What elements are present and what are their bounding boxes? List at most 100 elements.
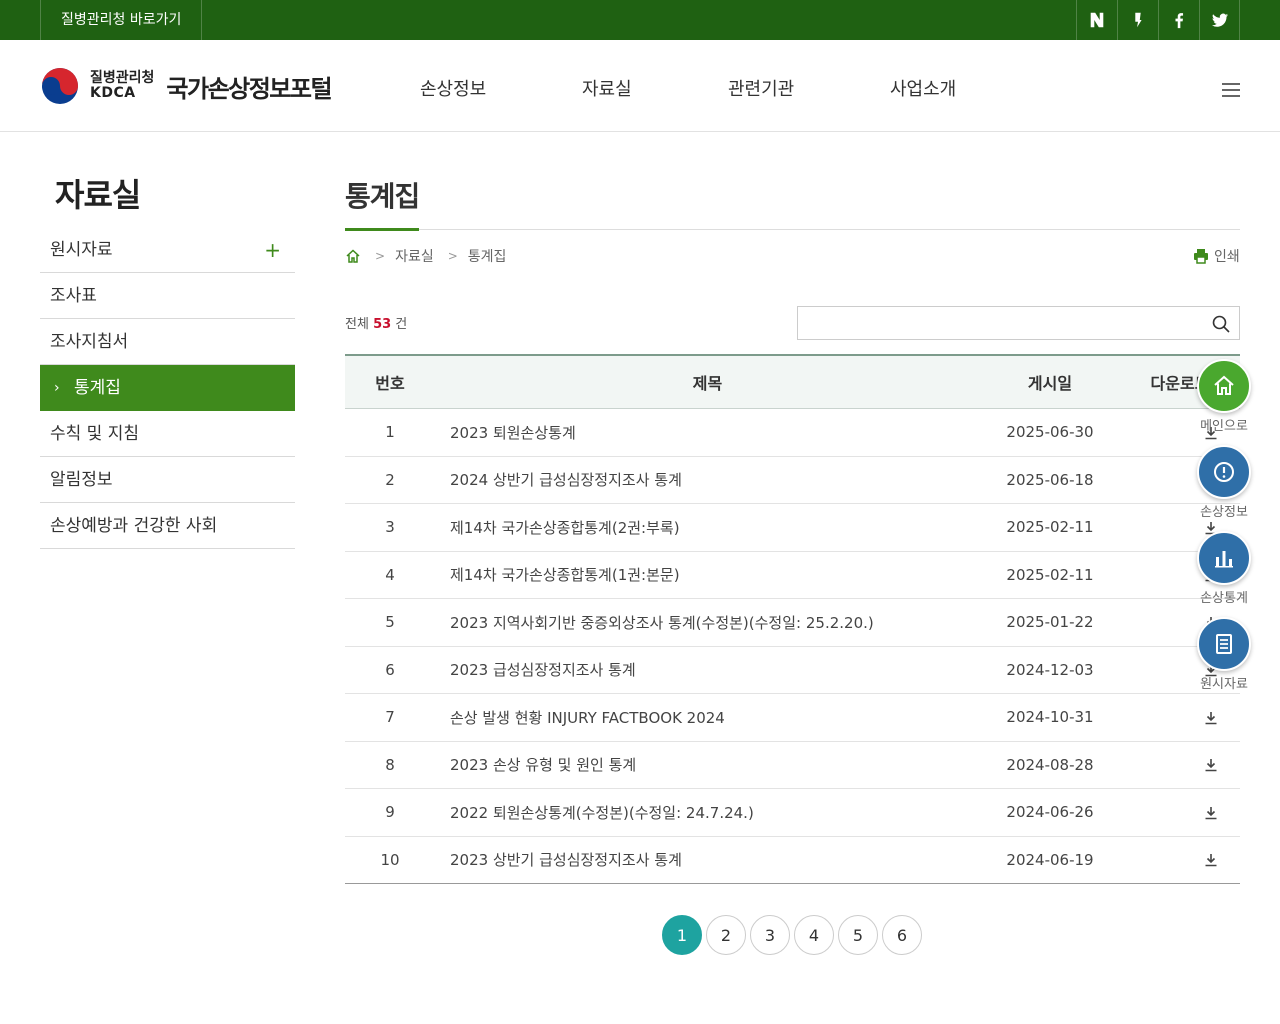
quick-menu-button[interactable] [1197, 531, 1251, 585]
row-title-link[interactable]: 2023 퇴원손상통계 [435, 422, 980, 443]
sidebar-item-label: 손상예방과 건강한 사회 [50, 516, 218, 536]
print-label: 인쇄 [1214, 249, 1240, 265]
breadcrumb-item[interactable]: 통계집 [468, 246, 507, 266]
row-date: 2024-10-31 [1006, 708, 1094, 727]
sidebar-item-raw-data[interactable]: 원시자료 + [40, 227, 295, 273]
home-icon[interactable] [345, 248, 361, 264]
print-button[interactable]: 인쇄 [1193, 246, 1240, 266]
quick-menu-label: 원시자료 [1200, 677, 1248, 692]
quick-menu-item[interactable]: 원시자료 [1196, 617, 1252, 692]
row-date: 2024-08-28 [1006, 755, 1094, 774]
row-title-link[interactable]: 제14차 국가손상종합통계(2권:부록) [435, 517, 980, 538]
facebook-icon[interactable] [1158, 0, 1199, 40]
row-title-link[interactable]: 손상 발생 현황 INJURY FACTBOOK 2024 [435, 707, 980, 728]
org-name-ko: 질병관리청 [90, 69, 155, 86]
table-row[interactable]: 5 2023 지역사회기반 중증외상조사 통계(수정본)(수정일: 25.2.20… [345, 599, 1240, 647]
page-button[interactable]: 4 [794, 915, 834, 955]
row-date: 2025-06-30 [1006, 423, 1094, 442]
row-title-link[interactable]: 2024 상반기 급성심장정지조사 통계 [435, 469, 980, 490]
row-download-cell [1120, 851, 1240, 869]
row-title-link[interactable]: 제14차 국가손상종합통계(1권:본문) [435, 564, 980, 585]
sidebar-item-label: 조사지침서 [50, 332, 129, 352]
page-title: 통계집 [345, 180, 420, 213]
kdca-shortcut-link[interactable]: 질병관리청 바로가기 [40, 0, 203, 40]
page-button[interactable]: 5 [838, 915, 878, 955]
chevron-right-icon: > [375, 249, 386, 263]
page-button[interactable]: 3 [750, 915, 790, 955]
sidebar-item-rules[interactable]: 수칙 및 지침 [40, 411, 295, 457]
row-title-link[interactable]: 2023 손상 유형 및 원인 통계 [435, 754, 980, 775]
row-date: 2025-01-22 [1006, 613, 1094, 632]
row-number: 10 [380, 850, 400, 869]
sidebar-item-notices[interactable]: 알림정보 [40, 457, 295, 503]
page-button[interactable]: 2 [706, 915, 746, 955]
row-date: 2025-02-11 [1006, 565, 1094, 584]
row-title-link[interactable]: 2023 상반기 급성심장정지조사 통계 [435, 849, 980, 870]
download-icon[interactable] [1203, 757, 1219, 773]
sidebar-item-statistics[interactable]: › 통계집 [40, 365, 295, 411]
row-number: 8 [385, 755, 395, 774]
table-row[interactable]: 2 2024 상반기 급성심장정지조사 통계 2025-06-18 [345, 457, 1240, 504]
expand-plus-icon[interactable]: + [264, 227, 281, 273]
sidebar-item-guide[interactable]: 조사지침서 [40, 319, 295, 365]
quick-menu-button[interactable] [1197, 617, 1251, 671]
download-icon[interactable] [1203, 805, 1219, 821]
social-links [1076, 0, 1240, 40]
sidebar-item-questionnaire[interactable]: 조사표 [40, 273, 295, 319]
total-suffix: 건 [395, 317, 408, 332]
sidebar-item-label: 알림정보 [50, 470, 113, 490]
download-icon[interactable] [1203, 710, 1219, 726]
page-button[interactable]: 1 [662, 915, 702, 955]
top-utility-bar: 질병관리청 바로가기 [0, 0, 1280, 40]
search-icon[interactable] [1212, 315, 1230, 333]
site-header: 질병관리청 KDCA 국가손상정보포털 손상정보 자료실 관련기관 사업소개 [0, 40, 1280, 132]
nav-item-business-intro[interactable]: 사업소개 [890, 75, 956, 101]
quick-menu-button[interactable] [1197, 359, 1251, 413]
table-row[interactable]: 1 2023 퇴원손상통계 2025-06-30 [345, 409, 1240, 457]
table-row[interactable]: 10 2023 상반기 급성심장정지조사 통계 2024-06-19 [345, 837, 1240, 884]
row-title-link[interactable]: 2023 급성심장정지조사 통계 [435, 659, 980, 680]
download-icon[interactable] [1203, 852, 1219, 868]
table-row[interactable]: 8 2023 손상 유형 및 원인 통계 2024-08-28 [345, 742, 1240, 789]
table-row[interactable]: 6 2023 급성심장정지조사 통계 2024-12-03 [345, 647, 1240, 694]
row-title-link[interactable]: 2022 퇴원손상통계(수정본)(수정일: 24.7.24.) [435, 802, 980, 823]
table-row[interactable]: 7 손상 발생 현황 INJURY FACTBOOK 2024 2024-10-31 [345, 694, 1240, 742]
table-row[interactable]: 9 2022 퇴원손상통계(수정본)(수정일: 24.7.24.) 2024-06-… [345, 789, 1240, 837]
table-row[interactable]: 3 제14차 국가손상종합통계(2권:부록) 2025-02-11 [345, 504, 1240, 552]
quick-menu-item[interactable]: 손상정보 [1196, 445, 1252, 520]
kakao-story-icon[interactable] [1117, 0, 1158, 40]
quick-menu-button[interactable] [1197, 445, 1251, 499]
total-count: 전체 53 건 [345, 313, 407, 332]
table-row[interactable]: 4 제14차 국가손상종합통계(1권:본문) 2025-02-11 [345, 552, 1240, 599]
site-logo[interactable]: 질병관리청 KDCA 국가손상정보포털 [40, 66, 333, 106]
pagination: 123456 [662, 915, 926, 955]
home-icon [1214, 375, 1234, 395]
document-icon [1216, 634, 1232, 654]
row-title-link[interactable]: 2023 지역사회기반 중증외상조사 통계(수정본)(수정일: 25.2.20.… [435, 612, 980, 633]
chevron-right-icon: > [447, 249, 458, 263]
search-box [797, 306, 1240, 340]
breadcrumb-item[interactable]: 자료실 [395, 246, 434, 266]
title-divider [345, 229, 1240, 230]
row-download-cell [1120, 803, 1240, 821]
quick-menu-label: 손상정보 [1200, 505, 1248, 520]
hamburger-menu-icon[interactable] [1222, 83, 1240, 97]
quick-menu-item[interactable]: 손상통계 [1196, 531, 1252, 606]
statistics-table: 번호 제목 게시일 다운로드 1 2023 퇴원손상통계 2025-06-30 2 20… [345, 354, 1240, 884]
row-date: 2025-06-18 [1006, 470, 1094, 489]
sidebar-item-label: 통계집 [74, 378, 121, 398]
quick-menu-item[interactable]: 메인으로 [1196, 359, 1252, 434]
column-header-date: 게시일 [1027, 374, 1073, 393]
page-button[interactable]: 6 [882, 915, 922, 955]
sidebar-item-label: 수칙 및 지침 [50, 424, 140, 444]
sidebar-menu: 원시자료 + 조사표 조사지침서 › 통계집 수칙 및 지침 알림정보 손상예방… [40, 227, 295, 549]
naver-blog-icon[interactable] [1076, 0, 1117, 40]
nav-item-related-orgs[interactable]: 관련기관 [728, 75, 794, 101]
search-input[interactable] [806, 311, 1196, 335]
kdca-emblem-icon [42, 68, 78, 104]
twitter-icon[interactable] [1199, 0, 1240, 40]
nav-item-injury-info[interactable]: 손상정보 [420, 75, 486, 101]
sidebar-item-prevention[interactable]: 손상예방과 건강한 사회 [40, 503, 295, 549]
row-download-cell [1120, 756, 1240, 774]
nav-item-library[interactable]: 자료실 [582, 75, 632, 101]
